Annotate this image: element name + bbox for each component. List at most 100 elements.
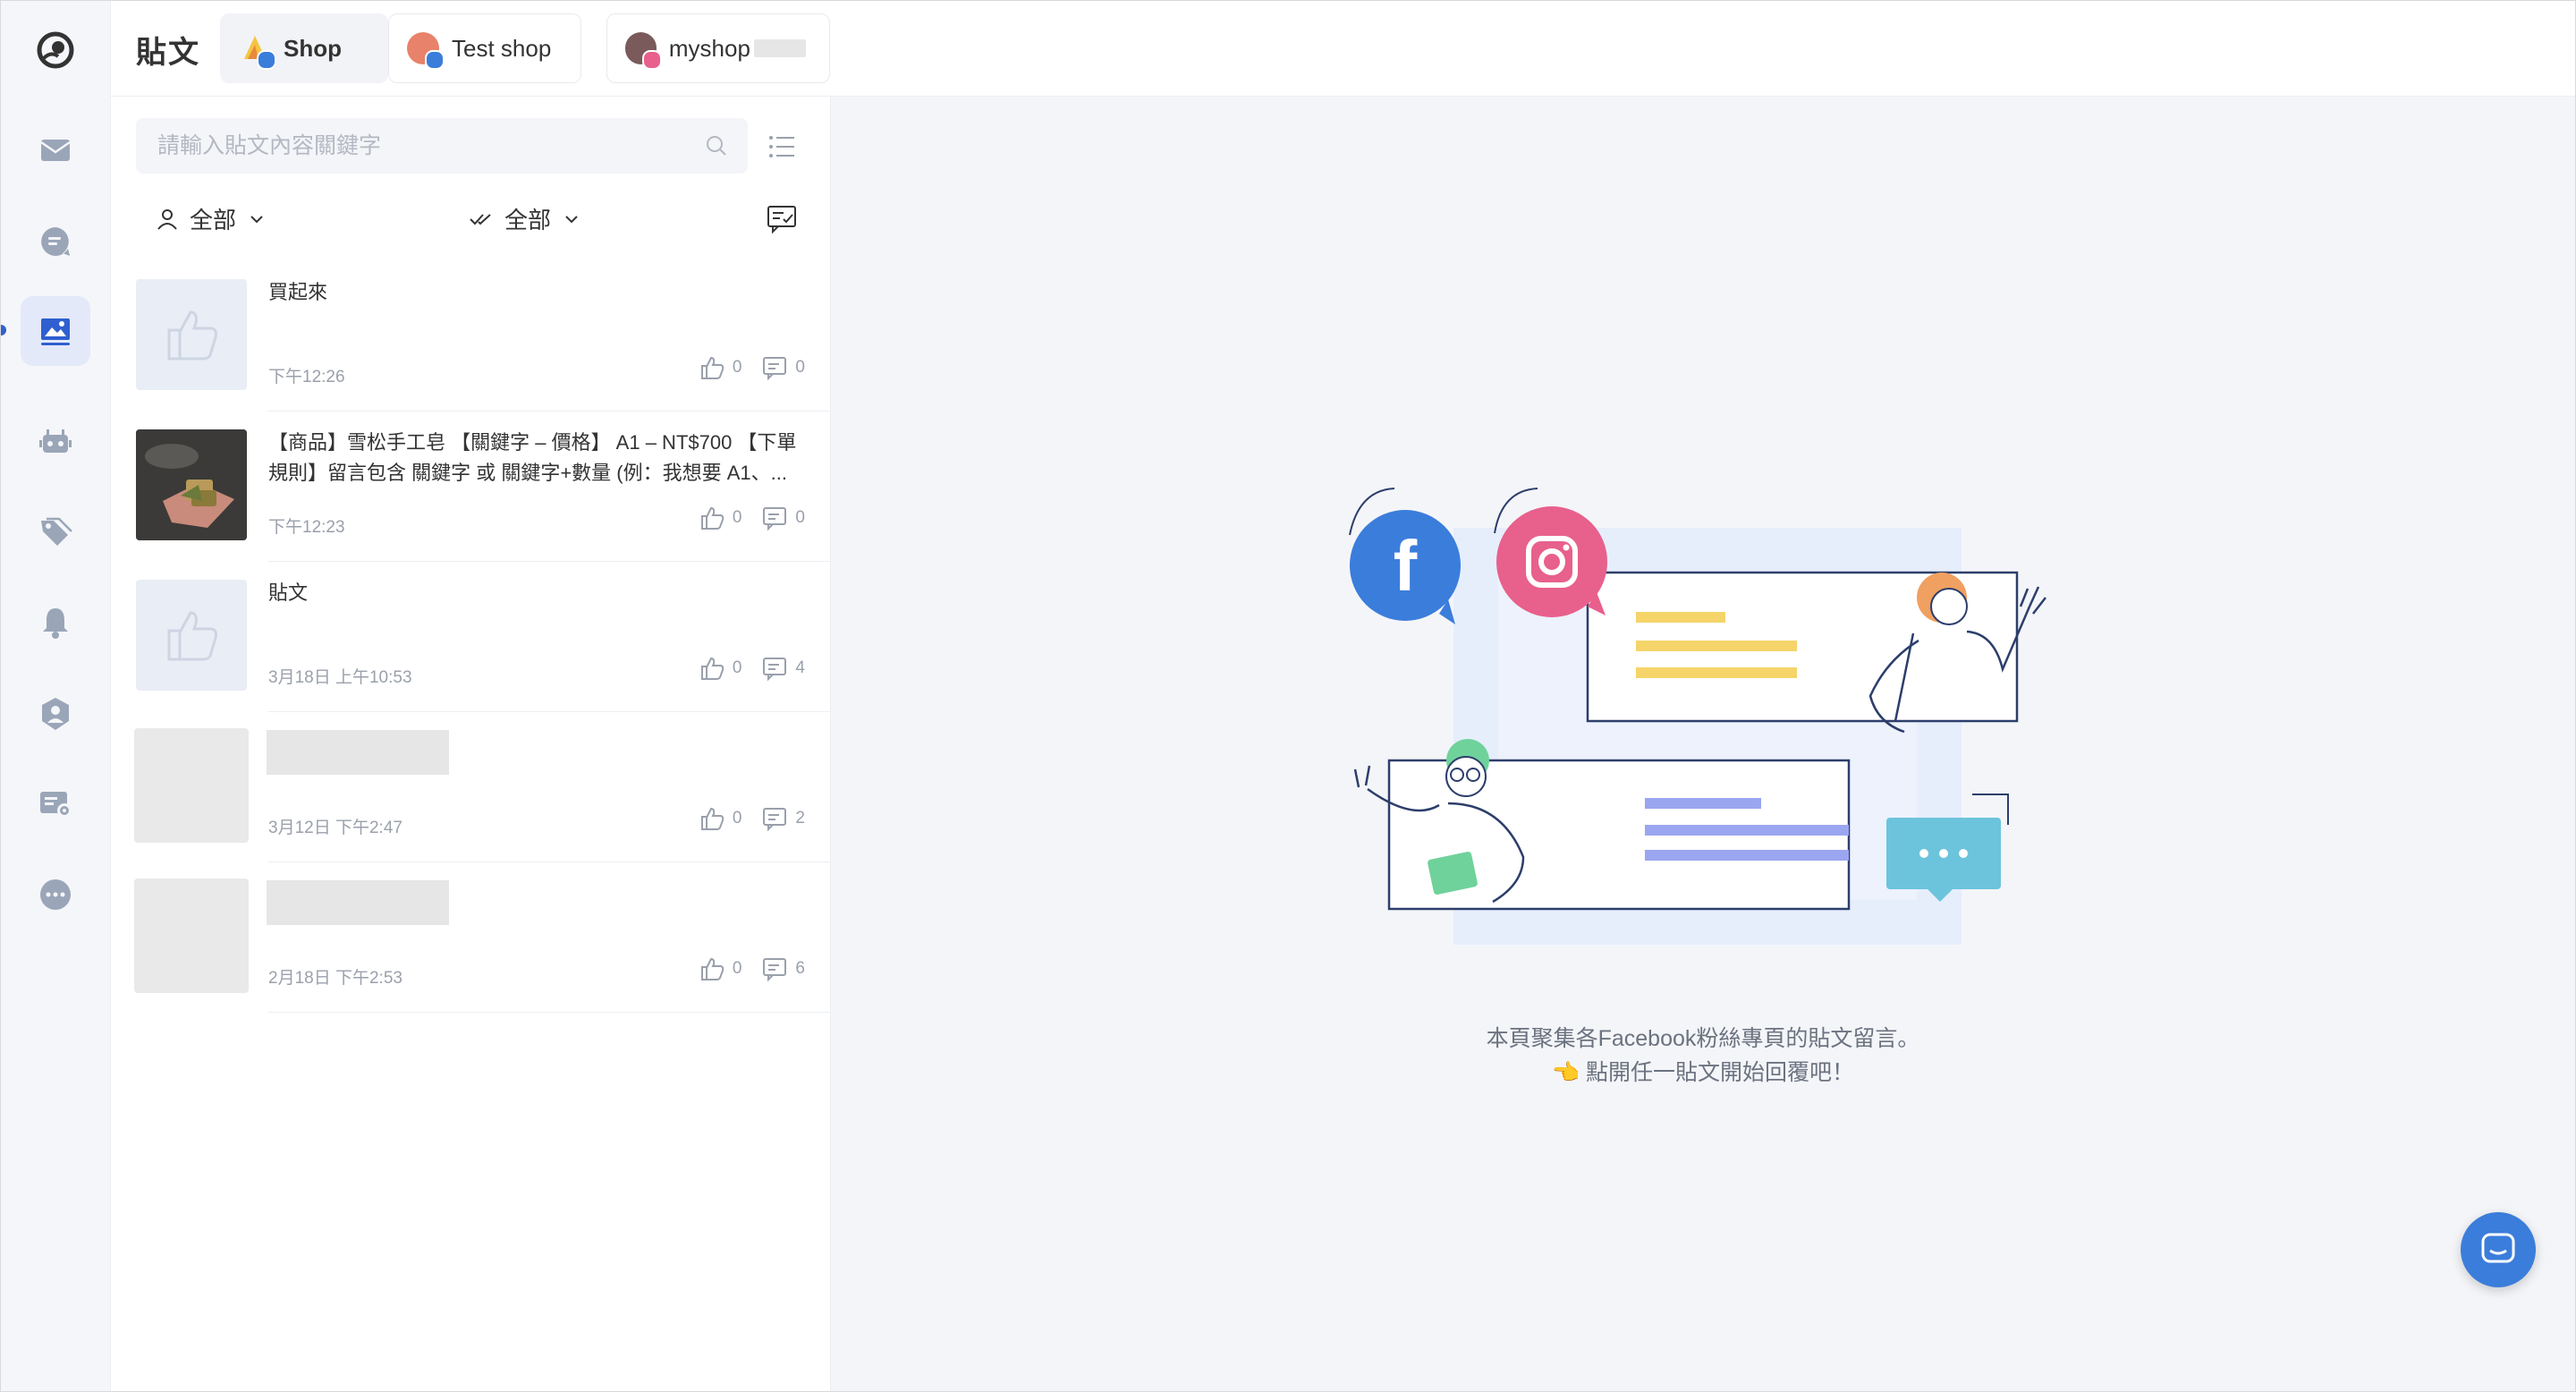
double-check-icon bbox=[470, 213, 491, 225]
thumbs-up-placeholder-icon bbox=[167, 310, 217, 361]
like-icon bbox=[700, 807, 724, 830]
comment-count: 0 bbox=[795, 508, 805, 527]
user-shield-icon bbox=[42, 698, 69, 730]
post-time: 下午12:23 bbox=[268, 518, 345, 537]
post-title: 買起來 bbox=[268, 281, 328, 303]
post-stats: 0 4 bbox=[699, 655, 805, 682]
like-count: 0 bbox=[732, 809, 742, 828]
post-title-placeholder bbox=[267, 880, 449, 925]
tag-icon bbox=[41, 517, 72, 546]
shop-avatar bbox=[407, 32, 445, 70]
like-count: 0 bbox=[732, 358, 742, 377]
post-thumbnail bbox=[136, 279, 247, 390]
comment-icon bbox=[763, 357, 787, 381]
support-chat-button[interactable] bbox=[2461, 1212, 2536, 1287]
chevron-down-icon bbox=[250, 215, 263, 223]
sidebar-item-settings-card[interactable] bbox=[21, 768, 90, 838]
post-stats: 0 0 bbox=[699, 354, 805, 381]
post-item[interactable]: 3月12日 下午2:47 0 2 bbox=[134, 714, 830, 862]
sidebar-item-members[interactable] bbox=[21, 679, 90, 749]
comment-icon bbox=[763, 958, 787, 982]
instagram-badge-icon bbox=[641, 50, 662, 70]
user-filter-dropdown[interactable]: 全部 bbox=[156, 202, 265, 235]
post-time: 3月12日 下午2:47 bbox=[268, 819, 402, 837]
shop-tab-shop[interactable]: Shop bbox=[220, 13, 388, 83]
facebook-badge-icon bbox=[257, 50, 276, 70]
status-filter-label: 全部 bbox=[504, 207, 552, 233]
status-filter-dropdown[interactable]: 全部 bbox=[469, 202, 580, 235]
app-logo-icon[interactable] bbox=[37, 31, 74, 69]
list-view-icon[interactable] bbox=[766, 131, 798, 163]
empty-state-caption-line1: 本頁聚集各Facebook粉絲專頁的貼文留言。 bbox=[1486, 1026, 1920, 1051]
divider bbox=[268, 411, 830, 412]
post-title: 貼文 bbox=[268, 581, 309, 604]
top-bar: 貼文 Shop Test shop myshop bbox=[111, 1, 2575, 97]
post-item[interactable]: 2月18日 下午2:53 0 6 bbox=[134, 864, 830, 1013]
like-icon bbox=[700, 506, 724, 530]
sidebar-item-bot[interactable] bbox=[21, 407, 90, 477]
like-count: 0 bbox=[732, 508, 742, 527]
post-thumbnail-placeholder bbox=[134, 878, 249, 993]
divider bbox=[268, 711, 830, 712]
post-thumbnail-placeholder bbox=[134, 728, 249, 843]
user-filter-label: 全部 bbox=[190, 207, 237, 233]
post-item[interactable]: 貼文 3月18日 上午10:53 0 4 bbox=[136, 564, 830, 712]
like-count: 0 bbox=[732, 658, 742, 677]
card-settings-icon bbox=[40, 792, 72, 818]
like-icon bbox=[700, 657, 724, 680]
post-item[interactable]: 【商品】雪松手工皂 【關鍵字 – 價格】 A1 – NT$700 【下單規則】留… bbox=[136, 413, 830, 562]
sidebar-item-more[interactable] bbox=[21, 860, 90, 929]
comment-count: 0 bbox=[795, 358, 805, 377]
search-icon[interactable] bbox=[705, 134, 728, 157]
chat-support-icon bbox=[2481, 1233, 2515, 1263]
post-time: 下午12:26 bbox=[268, 368, 345, 386]
search-input[interactable] bbox=[156, 132, 705, 160]
post-thumbnail bbox=[136, 429, 247, 540]
shop-tab-test-shop[interactable]: Test shop bbox=[388, 13, 581, 83]
like-icon bbox=[700, 356, 724, 379]
post-thumbnail bbox=[136, 580, 247, 691]
icon-sidebar bbox=[1, 1, 111, 1391]
like-icon bbox=[700, 957, 724, 980]
empty-state-illustration: f bbox=[1349, 488, 2046, 945]
chat-bubble-icon bbox=[41, 227, 70, 256]
main-empty-state: f 本頁聚集各Facebook粉絲專頁的貼文留言。 👈 點開任一貼文開始回覆吧！ bbox=[831, 97, 2575, 1391]
post-title: 【商品】雪松手工皂 【關鍵字 – 價格】 A1 – NT$700 【下單規則】留… bbox=[268, 431, 797, 484]
comment-icon bbox=[763, 507, 787, 531]
sidebar-item-inbox[interactable] bbox=[21, 115, 90, 185]
active-indicator bbox=[1, 325, 6, 335]
svg-text:f: f bbox=[1394, 526, 1418, 606]
comment-count: 6 bbox=[795, 959, 805, 978]
page-title: 貼文 bbox=[136, 36, 200, 70]
sidebar-item-posts[interactable] bbox=[21, 296, 90, 366]
post-item[interactable]: 買起來 下午12:26 0 0 bbox=[136, 263, 830, 412]
more-icon bbox=[40, 879, 71, 910]
comment-icon bbox=[763, 658, 787, 682]
shop-tab-label: myshop bbox=[668, 34, 750, 62]
comment-count: 4 bbox=[795, 658, 805, 677]
shop-tab-label: Shop bbox=[284, 34, 342, 62]
image-post-icon bbox=[41, 318, 70, 345]
comment-icon bbox=[763, 808, 787, 832]
search-box bbox=[136, 118, 748, 174]
shop-avatar bbox=[625, 32, 662, 70]
post-time: 3月18日 上午10:53 bbox=[268, 668, 412, 687]
shop-tab-myshop[interactable]: myshop bbox=[606, 13, 830, 83]
inbox-icon bbox=[40, 140, 71, 161]
chevron-down-icon bbox=[565, 215, 578, 223]
sidebar-item-notifications[interactable] bbox=[21, 588, 90, 658]
posts-panel: 全部 全部 買起來 下午12:26 0 0 bbox=[111, 97, 831, 1391]
post-stats: 0 6 bbox=[699, 955, 805, 982]
mark-read-icon[interactable] bbox=[766, 202, 798, 234]
post-stats: 0 2 bbox=[699, 805, 805, 832]
sidebar-item-chat[interactable] bbox=[21, 207, 90, 276]
empty-state-caption-line2: 👈 點開任一貼文開始回覆吧！ bbox=[1551, 1060, 1855, 1085]
comment-count: 2 bbox=[795, 809, 805, 828]
divider bbox=[268, 561, 830, 562]
facebook-badge-icon bbox=[425, 50, 445, 70]
post-title-placeholder bbox=[267, 730, 449, 775]
sidebar-item-tags[interactable] bbox=[21, 498, 90, 568]
post-time: 2月18日 下午2:53 bbox=[268, 969, 402, 988]
app-window: 貼文 Shop Test shop myshop 請輸入貼文內容關鍵字 全部 全… bbox=[0, 0, 2576, 1392]
bot-icon bbox=[39, 429, 72, 453]
